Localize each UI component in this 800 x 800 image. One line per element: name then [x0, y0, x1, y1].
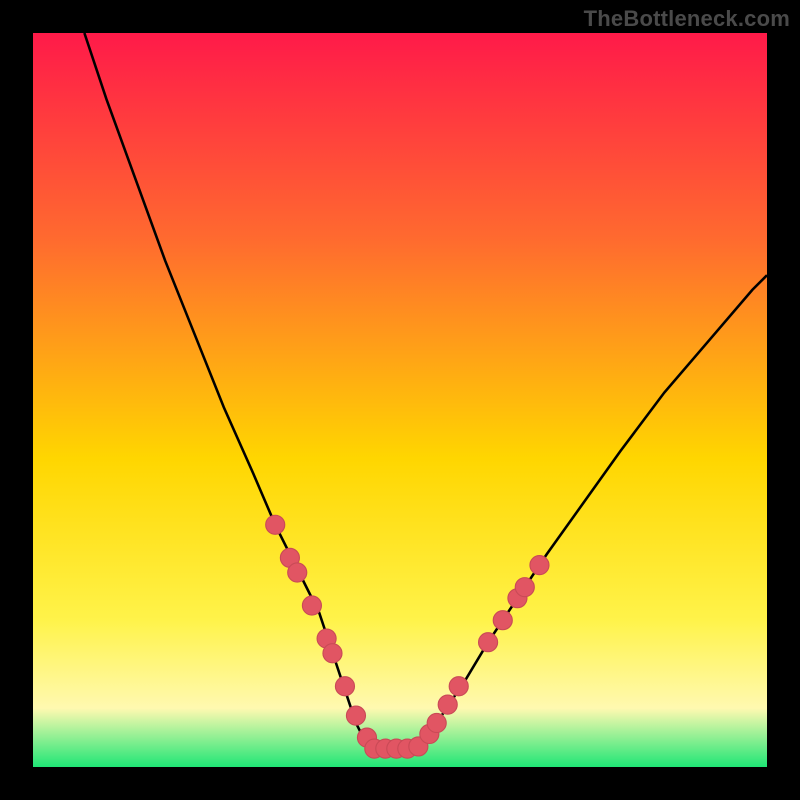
data-marker	[288, 563, 307, 582]
data-marker	[302, 596, 321, 615]
data-marker	[346, 706, 365, 725]
data-marker	[515, 578, 534, 597]
data-marker	[493, 611, 512, 630]
chart-svg	[33, 33, 767, 767]
watermark-text: TheBottleneck.com	[584, 6, 790, 32]
data-marker	[479, 633, 498, 652]
plot-area	[33, 33, 767, 767]
data-marker	[427, 713, 446, 732]
data-marker	[438, 695, 457, 714]
data-marker	[266, 515, 285, 534]
data-marker	[530, 556, 549, 575]
gradient-background	[33, 33, 767, 767]
data-marker	[323, 644, 342, 663]
data-marker	[449, 677, 468, 696]
data-marker	[335, 677, 354, 696]
chart-frame: TheBottleneck.com	[0, 0, 800, 800]
